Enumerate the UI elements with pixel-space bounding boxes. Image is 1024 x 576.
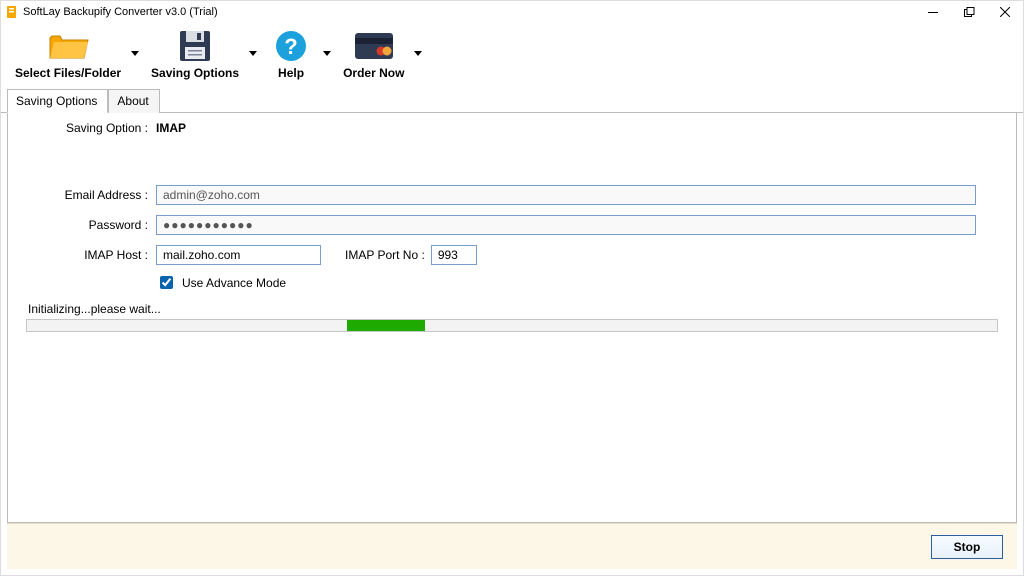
select-files-button[interactable]: Select Files/Folder <box>7 25 129 82</box>
saving-options-dropdown[interactable] <box>247 34 259 74</box>
credit-card-icon <box>352 27 396 65</box>
content-panel: Saving Option : IMAP Email Address : Pas… <box>7 113 1017 523</box>
status-text: Initializing...please wait... <box>28 302 998 316</box>
tab-about[interactable]: About <box>108 89 159 113</box>
chevron-down-icon <box>323 51 331 56</box>
help-icon: ? <box>269 27 313 65</box>
main-toolbar: Select Files/Folder Saving Options <box>1 23 1023 86</box>
window-title: SoftLay Backupify Converter v3.0 (Trial) <box>23 6 218 18</box>
chevron-down-icon <box>131 51 139 56</box>
maximize-button[interactable] <box>951 1 987 23</box>
advance-mode-row: Use Advance Mode <box>156 273 998 292</box>
app-icon <box>5 5 19 19</box>
saving-options-button[interactable]: Saving Options <box>143 25 247 82</box>
advance-mode-checkbox[interactable] <box>160 276 173 289</box>
close-icon <box>1000 7 1010 17</box>
minimize-button[interactable] <box>915 1 951 23</box>
chevron-down-icon <box>249 51 257 56</box>
select-files-dropdown[interactable] <box>129 34 141 74</box>
window-controls <box>915 1 1023 23</box>
maximize-icon <box>964 7 975 18</box>
saving-option-row: Saving Option : IMAP <box>26 121 998 135</box>
advance-mode-label: Use Advance Mode <box>182 276 286 290</box>
saving-options-label: Saving Options <box>151 66 239 80</box>
toolbar-group-select: Select Files/Folder <box>7 25 143 82</box>
toolbar-group-help: ? Help <box>261 25 335 82</box>
close-button[interactable] <box>987 1 1023 23</box>
imap-host-field[interactable] <box>156 245 321 265</box>
select-files-label: Select Files/Folder <box>15 66 121 80</box>
help-button[interactable]: ? Help <box>261 25 321 82</box>
password-label: Password : <box>26 218 156 232</box>
tab-saving-options[interactable]: Saving Options <box>7 89 108 113</box>
toolbar-group-order: Order Now <box>335 25 426 82</box>
help-label: Help <box>278 66 304 80</box>
progress-fill <box>347 320 425 331</box>
imap-port-field[interactable] <box>431 245 477 265</box>
saving-option-value: IMAP <box>156 121 186 135</box>
saving-option-label: Saving Option : <box>26 121 156 135</box>
order-now-label: Order Now <box>343 66 404 80</box>
tab-bar: Saving Options About <box>1 88 1023 113</box>
folder-icon <box>46 27 90 65</box>
host-label: IMAP Host : <box>26 248 156 262</box>
help-dropdown[interactable] <box>321 34 333 74</box>
footer-bar: Stop <box>7 523 1017 569</box>
minimize-icon <box>928 7 938 17</box>
email-field[interactable] <box>156 185 976 205</box>
chevron-down-icon <box>414 51 422 56</box>
password-field[interactable]: ●●●●●●●●●●● <box>156 215 976 235</box>
app-window: SoftLay Backupify Converter v3.0 (Trial) <box>0 0 1024 576</box>
port-label: IMAP Port No : <box>345 248 425 262</box>
svg-text:?: ? <box>284 34 297 59</box>
email-row: Email Address : <box>26 185 998 205</box>
order-now-button[interactable]: Order Now <box>335 25 412 82</box>
email-label: Email Address : <box>26 188 156 202</box>
progress-bar <box>26 319 998 332</box>
title-bar: SoftLay Backupify Converter v3.0 (Trial) <box>1 1 1023 23</box>
toolbar-group-saving: Saving Options <box>143 25 261 82</box>
order-now-dropdown[interactable] <box>412 34 424 74</box>
password-row: Password : ●●●●●●●●●●● <box>26 215 998 235</box>
stop-button[interactable]: Stop <box>931 535 1003 559</box>
title-bar-left: SoftLay Backupify Converter v3.0 (Trial) <box>5 5 218 19</box>
floppy-icon <box>173 27 217 65</box>
host-port-row: IMAP Host : IMAP Port No : <box>26 245 998 265</box>
